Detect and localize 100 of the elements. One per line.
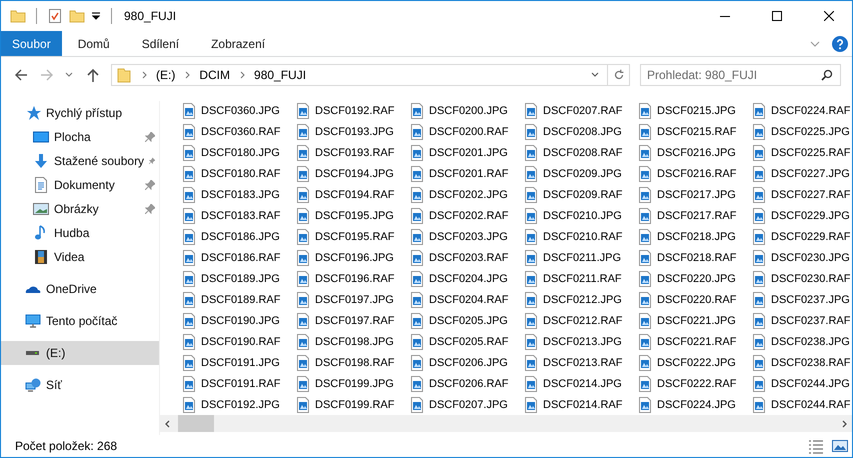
file-item[interactable]: DSCF0197.RAF xyxy=(295,310,409,332)
file-item[interactable]: DSCF0222.JPG xyxy=(637,352,751,374)
file-item[interactable]: DSCF0191.RAF xyxy=(181,373,295,394)
file-item[interactable]: DSCF0216.JPG xyxy=(637,142,751,164)
file-item[interactable]: DSCF0198.JPG xyxy=(295,331,409,352)
file-item[interactable]: DSCF0201.RAF xyxy=(409,164,523,185)
file-item[interactable]: DSCF0200.RAF xyxy=(409,122,523,143)
file-item[interactable]: DSCF0213.RAF xyxy=(523,352,637,374)
file-item[interactable]: DSCF0218.JPG xyxy=(637,226,751,248)
file-item[interactable]: DSCF0192.JPG xyxy=(181,394,295,415)
file-item[interactable]: DSCF0190.JPG xyxy=(181,310,295,332)
file-item[interactable]: DSCF0229.RAF xyxy=(751,226,852,248)
pin-icon[interactable] xyxy=(145,132,155,142)
file-item[interactable]: DSCF0214.RAF xyxy=(523,394,637,415)
file-item[interactable]: DSCF0194.JPG xyxy=(295,164,409,185)
file-item[interactable]: DSCF0225.JPG xyxy=(751,122,852,143)
pin-icon[interactable] xyxy=(149,156,155,166)
file-item[interactable]: DSCF0208.JPG xyxy=(523,122,637,143)
file-item[interactable]: DSCF0193.JPG xyxy=(295,122,409,143)
file-item[interactable]: DSCF0199.JPG xyxy=(295,373,409,394)
nav-item[interactable]: Plocha xyxy=(1,125,159,149)
nav-item[interactable]: Obrázky xyxy=(1,197,159,221)
nav-item[interactable]: Rychlý přístup xyxy=(1,101,159,125)
file-item[interactable]: DSCF0205.JPG xyxy=(409,310,523,332)
file-item[interactable]: DSCF0220.RAF xyxy=(637,289,751,310)
file-item[interactable]: DSCF0186.RAF xyxy=(181,248,295,268)
file-item[interactable]: DSCF0208.RAF xyxy=(523,142,637,164)
chevron-icon[interactable] xyxy=(183,71,192,79)
dropdown-icon[interactable] xyxy=(591,71,599,79)
customize-toolbar-icon[interactable] xyxy=(91,11,101,21)
file-item[interactable]: DSCF0237.JPG xyxy=(751,289,852,310)
nav-item[interactable]: OneDrive xyxy=(1,277,159,301)
file-item[interactable]: DSCF0209.JPG xyxy=(523,164,637,185)
details-view-icon[interactable] xyxy=(808,438,824,454)
file-item[interactable]: DSCF0201.JPG xyxy=(409,142,523,164)
file-item[interactable]: DSCF0230.RAF xyxy=(751,268,852,290)
recent-locations-icon[interactable] xyxy=(65,71,73,79)
large-icons-view-icon[interactable] xyxy=(832,438,848,454)
search-field[interactable]: Prohledat: 980_FUJI xyxy=(640,64,841,86)
file-item[interactable]: DSCF0237.RAF xyxy=(751,310,852,332)
file-item[interactable]: DSCF0203.RAF xyxy=(409,248,523,268)
nav-item[interactable]: Hudba xyxy=(1,221,159,245)
file-item[interactable]: DSCF0199.RAF xyxy=(295,394,409,415)
scroll-right-icon[interactable] xyxy=(840,420,848,428)
file-item[interactable]: DSCF0238.RAF xyxy=(751,352,852,374)
file-item[interactable]: DSCF0204.JPG xyxy=(409,268,523,290)
file-item[interactable]: DSCF0215.RAF xyxy=(637,122,751,143)
file-item[interactable]: DSCF0213.JPG xyxy=(523,331,637,352)
nav-item[interactable]: Stažené soubory xyxy=(1,149,159,173)
horizontal-scrollbar[interactable] xyxy=(160,415,852,432)
file-item[interactable]: DSCF0217.JPG xyxy=(637,184,751,206)
file-item[interactable]: DSCF0180.RAF xyxy=(181,164,295,185)
nav-item[interactable]: (E:) xyxy=(1,341,159,365)
breadcrumb[interactable]: 980_FUJI xyxy=(254,68,306,82)
file-item[interactable]: DSCF0222.RAF xyxy=(637,373,751,394)
file-item[interactable]: DSCF0191.JPG xyxy=(181,352,295,374)
file-item[interactable]: DSCF0196.JPG xyxy=(295,248,409,268)
file-item[interactable]: DSCF0189.RAF xyxy=(181,289,295,310)
chevron-icon[interactable] xyxy=(238,71,246,79)
file-item[interactable]: DSCF0360.RAF xyxy=(181,122,295,143)
file-item[interactable]: DSCF0189.JPG xyxy=(181,268,295,290)
file-item[interactable]: DSCF0183.JPG xyxy=(181,184,295,206)
file-item[interactable]: DSCF0227.JPG xyxy=(751,164,852,185)
file-item[interactable]: DSCF0198.RAF xyxy=(295,352,409,374)
pin-icon[interactable] xyxy=(145,180,155,190)
file-item[interactable]: DSCF0196.RAF xyxy=(295,268,409,290)
file-item[interactable]: DSCF0225.RAF xyxy=(751,142,852,164)
up-arrow-icon[interactable] xyxy=(85,67,101,83)
file-item[interactable]: DSCF0186.JPG xyxy=(181,226,295,248)
ribbon-tab[interactable]: Domů xyxy=(62,31,126,56)
file-item[interactable]: DSCF0204.RAF xyxy=(409,289,523,310)
file-item[interactable]: DSCF0209.RAF xyxy=(523,184,637,206)
file-item[interactable]: DSCF0211.JPG xyxy=(523,248,637,268)
nav-item[interactable]: Videa xyxy=(1,245,159,269)
file-item[interactable]: DSCF0190.RAF xyxy=(181,331,295,352)
file-item[interactable]: DSCF0238.JPG xyxy=(751,331,852,352)
ribbon-tab[interactable]: Sdílení xyxy=(126,31,196,56)
file-item[interactable]: DSCF0210.JPG xyxy=(523,206,637,227)
ribbon-tab[interactable]: Soubor xyxy=(1,31,62,56)
pin-icon[interactable] xyxy=(145,204,155,214)
file-item[interactable]: DSCF0194.RAF xyxy=(295,184,409,206)
file-item[interactable]: DSCF0206.JPG xyxy=(409,352,523,374)
file-item[interactable]: DSCF0220.JPG xyxy=(637,268,751,290)
file-item[interactable]: DSCF0207.RAF xyxy=(523,101,637,122)
file-item[interactable]: DSCF0211.RAF xyxy=(523,268,637,290)
file-item[interactable]: DSCF0207.JPG xyxy=(409,394,523,415)
breadcrumb[interactable]: (E:) xyxy=(156,68,176,82)
file-item[interactable]: DSCF0200.JPG xyxy=(409,101,523,122)
help-icon[interactable] xyxy=(832,36,848,52)
file-item[interactable]: DSCF0203.JPG xyxy=(409,226,523,248)
breadcrumb[interactable]: DCIM xyxy=(199,68,230,82)
file-item[interactable]: DSCF0195.JPG xyxy=(295,206,409,227)
nav-item[interactable]: Síť xyxy=(1,373,159,397)
file-item[interactable]: DSCF0216.RAF xyxy=(637,164,751,185)
expand-ribbon-icon[interactable] xyxy=(810,38,820,48)
file-item[interactable]: DSCF0192.RAF xyxy=(295,101,409,122)
properties-icon[interactable] xyxy=(47,8,63,24)
file-item[interactable]: DSCF0244.RAF xyxy=(751,394,852,415)
chevron-icon[interactable] xyxy=(140,71,148,79)
file-item[interactable]: DSCF0224.JPG xyxy=(637,394,751,415)
